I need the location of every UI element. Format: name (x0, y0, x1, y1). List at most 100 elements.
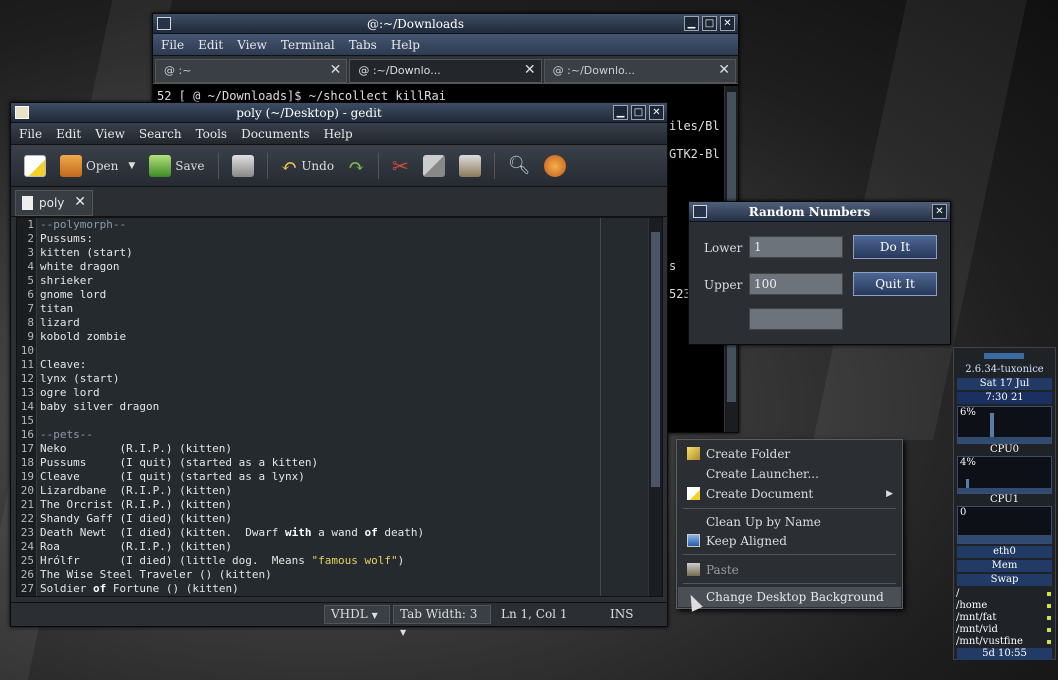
scrollbar-thumb[interactable] (651, 232, 660, 487)
editor-line: 6 gnome lord (17, 288, 612, 302)
close-icon[interactable]: ✕ (720, 16, 735, 31)
minimize-icon[interactable]: ▁ (684, 16, 699, 31)
menu-documents[interactable]: Documents (241, 127, 309, 141)
checkbox-checked-icon[interactable] (687, 534, 700, 547)
close-tab-icon[interactable]: ✕ (718, 62, 730, 78)
document-tab[interactable]: poly ✕ (15, 190, 93, 216)
memory-label: Mem (957, 560, 1052, 572)
editor-line: 3 kitten (start) (17, 246, 612, 260)
menu-edit[interactable]: Edit (198, 38, 223, 52)
line-text: kitten (start) (40, 246, 133, 259)
editor-scrollbar[interactable] (648, 218, 662, 596)
close-tab-icon[interactable]: ✕ (74, 194, 86, 210)
menu-tools[interactable]: Tools (196, 127, 228, 141)
editor-line: 18 Pussums (I quit) (started as a kitten) (17, 456, 612, 470)
cut-button[interactable]: ✂ (387, 151, 414, 181)
line-number: 8 (27, 316, 34, 329)
terminal-tab[interactable]: @ :~ ✕ (155, 59, 348, 83)
maximize-icon[interactable]: □ (631, 105, 646, 120)
result-field[interactable] (749, 308, 843, 330)
text-editor[interactable]: 1 --polymorph-- 2 Pussums: 3 kitten (start) 4 w… (16, 217, 663, 597)
menu-item-create-document[interactable]: Create Document ▶ (678, 484, 901, 504)
tab-width-selector[interactable]: Tab Width: 3 ▼ (393, 605, 491, 637)
filesystem-path: /home (956, 600, 988, 611)
editor-lines: 1 --polymorph-- 2 Pussums: 3 kitten (start) 4 w… (17, 218, 612, 596)
menu-item-label: Keep Aligned (706, 534, 787, 548)
random-numbers-window: Random Numbers ✕ Lower 1 Do It Upper 100… (688, 201, 951, 345)
close-icon[interactable]: ✕ (932, 204, 947, 219)
line-text: shrieker (40, 274, 93, 287)
menu-item-clean-up[interactable]: Clean Up by Name (678, 512, 901, 532)
line-text: --pets-- (40, 428, 93, 441)
lower-field[interactable]: 1 (749, 236, 843, 258)
random-numbers-titlebar[interactable]: Random Numbers ✕ (689, 202, 950, 222)
line-number: 2 (27, 232, 34, 245)
text-file-icon (22, 196, 33, 210)
terminal-tab[interactable]: @ :~/Downlo... ✕ (543, 59, 736, 83)
toolbar-separator (266, 152, 268, 179)
maximize-icon[interactable]: □ (702, 16, 717, 31)
open-button[interactable]: Open ▼ (55, 152, 140, 180)
cpu1-graph: 4% (957, 456, 1052, 494)
line-number: 19 (20, 470, 34, 483)
paste-button[interactable] (454, 152, 486, 180)
terminal-tab-bar: @ :~ ✕ @ :~/Downlo... ✕ @ :~/Downlo... ✕ (153, 56, 738, 84)
upper-field[interactable]: 100 (749, 273, 843, 295)
close-icon[interactable]: ✕ (649, 105, 664, 120)
close-tab-icon[interactable]: ✕ (330, 62, 342, 78)
menu-view[interactable]: View (237, 38, 267, 52)
copy-button[interactable] (418, 152, 450, 180)
language-selector[interactable]: VHDL ▼ (324, 605, 390, 624)
editor-line: 10 (17, 344, 612, 358)
undo-icon: ↶ (280, 153, 298, 178)
menu-file[interactable]: File (161, 38, 184, 52)
text-token: Hrólfr (I died) (little dog. Means (40, 554, 312, 567)
print-button[interactable] (227, 152, 259, 180)
menu-tabs[interactable]: Tabs (349, 38, 377, 52)
menu-edit[interactable]: Edit (56, 127, 81, 141)
save-button[interactable]: Save (144, 152, 209, 180)
menu-search[interactable]: Search (139, 127, 182, 141)
redo-button[interactable]: ↷ (343, 151, 370, 181)
line-text: Lizardbane (R.I.P.) (kitten) (40, 484, 233, 497)
chevron-down-icon[interactable]: ▼ (128, 161, 135, 171)
quit-it-button[interactable]: Quit It (853, 272, 937, 296)
scissors-icon: ✂ (391, 153, 409, 178)
paste-icon (687, 563, 700, 576)
line-number: 13 (20, 386, 34, 399)
menu-file[interactable]: File (19, 127, 42, 141)
cpu0-graph: 6% (957, 406, 1052, 444)
minimize-icon[interactable]: ▁ (613, 105, 628, 120)
gedit-titlebar[interactable]: poly (~/Desktop) - gedit ▁ □ ✕ (11, 103, 667, 123)
menu-terminal[interactable]: Terminal (281, 38, 335, 52)
editor-line: 1 --polymorph-- (17, 218, 612, 232)
close-tab-icon[interactable]: ✕ (524, 62, 536, 78)
line-number: 7 (27, 302, 34, 315)
line-number: 12 (20, 372, 34, 385)
find-button[interactable]: 🔍︎ (503, 152, 536, 179)
do-it-button[interactable]: Do It (853, 235, 937, 259)
new-button[interactable] (19, 152, 51, 180)
undo-button[interactable]: ↶ Undo (276, 151, 340, 181)
line-text: kobold zombie (40, 330, 127, 343)
magnifier-icon: 🔍︎ (507, 155, 531, 176)
menu-item-paste[interactable]: Paste (678, 560, 901, 580)
find-replace-button[interactable] (539, 152, 571, 180)
menu-item-create-folder[interactable]: Create Folder (678, 444, 901, 464)
menu-view[interactable]: View (95, 127, 125, 141)
line-number: 25 (20, 554, 34, 567)
terminal-output-fragment: iles/Bl (669, 119, 720, 133)
menu-item-create-launcher[interactable]: Create Launcher... (678, 464, 901, 484)
terminal-tab[interactable]: @ :~/Downlo... ✕ (349, 59, 542, 83)
menu-help[interactable]: Help (324, 127, 353, 141)
paste-icon (458, 154, 481, 177)
open-label: Open (86, 158, 119, 173)
menu-item-keep-aligned[interactable]: Keep Aligned (678, 531, 901, 551)
cpu-graph-baseline (958, 488, 1051, 493)
menu-item-change-background[interactable]: Change Desktop Background (678, 587, 901, 607)
menu-help[interactable]: Help (391, 38, 420, 52)
new-document-icon (24, 154, 46, 177)
terminal-titlebar[interactable]: @:~/Downloads ▁ □ ✕ (153, 14, 738, 34)
line-number: 4 (27, 260, 34, 273)
line-text: Death Newt (I died) (kitten. Dwarf with … (37, 526, 424, 540)
